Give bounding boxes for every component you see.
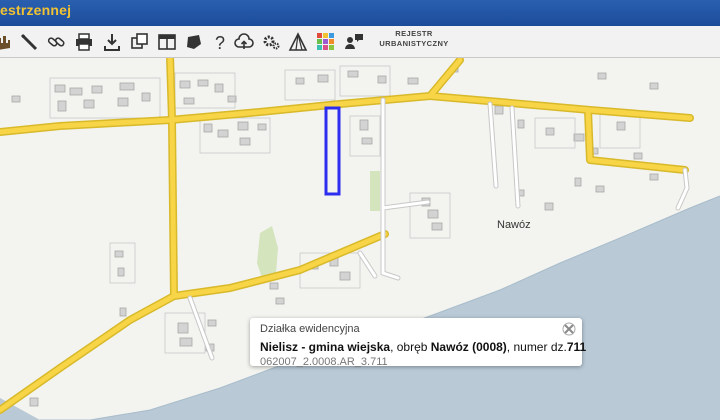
parcel-description: Nielisz - gmina wiejska, obręb Nawóz (00… [260,340,586,354]
terrain-button[interactable] [286,30,310,54]
hand-icon [0,36,10,50]
ruler-icon [20,33,38,51]
svg-text:?: ? [215,33,225,52]
town-label: Nawóz [497,219,531,231]
lake-water [0,196,720,420]
cloud-upload-icon [234,33,254,49]
layout-icon [158,34,176,50]
measure-button[interactable] [17,30,41,54]
app-title: estrzennej [0,2,72,18]
color-grid-icon [317,33,334,50]
popup-close-button[interactable] [562,322,576,336]
settings-button[interactable] [259,30,283,54]
selected-parcel [324,106,341,196]
upload-button[interactable] [232,30,256,54]
popup-title: Działka ewidencyjna [260,323,360,335]
parcel-number: 711 [566,340,587,354]
terrain-icon [288,32,308,51]
download-button[interactable] [100,30,124,54]
download-icon [104,34,120,51]
parcel-place: Nielisz - gmina wiejska [260,340,391,354]
parcel-number-prefix: , numer dz. [506,340,567,354]
legend-button[interactable] [314,30,338,54]
toolbar: ? REJESTR URBANISTYCZNY [0,26,720,58]
print-button[interactable] [72,30,96,54]
registry-button[interactable]: REJESTR URBANISTYCZNY [372,29,456,55]
consult-button[interactable] [342,30,366,54]
area-shape-icon [187,35,201,49]
app-window: estrzennej ? REJESTR URBANISTYCZNY Nawóz… [0,0,720,420]
chat-user-icon [345,34,363,49]
printer-icon [76,33,92,51]
green-area [257,226,278,278]
help-icon: ? [215,33,225,52]
copy-icon [131,33,148,49]
help-button[interactable]: ? [208,30,232,54]
pan-hand-button[interactable] [0,30,18,54]
link-icon [47,37,65,47]
parcel-info-popup: Działka ewidencyjna Nielisz - gmina wiej… [250,318,586,368]
layout-button[interactable] [155,30,179,54]
green-strip [370,171,380,211]
app-header: estrzennej [0,0,720,26]
copy-button[interactable] [128,30,152,54]
parcel-identifier: 062007_2.0008.AR_3.711 [260,356,388,368]
parcel-precinct-prefix: , obręb [390,340,431,354]
link-button[interactable] [44,30,68,54]
parcel-precinct: Nawóz (0008) [430,340,507,354]
area-button[interactable] [182,30,206,54]
settings-icon [263,35,280,50]
registry-label-line2: URBANISTYCZNY [379,39,449,48]
close-icon [562,322,576,336]
registry-label-line1: REJESTR [395,29,433,38]
